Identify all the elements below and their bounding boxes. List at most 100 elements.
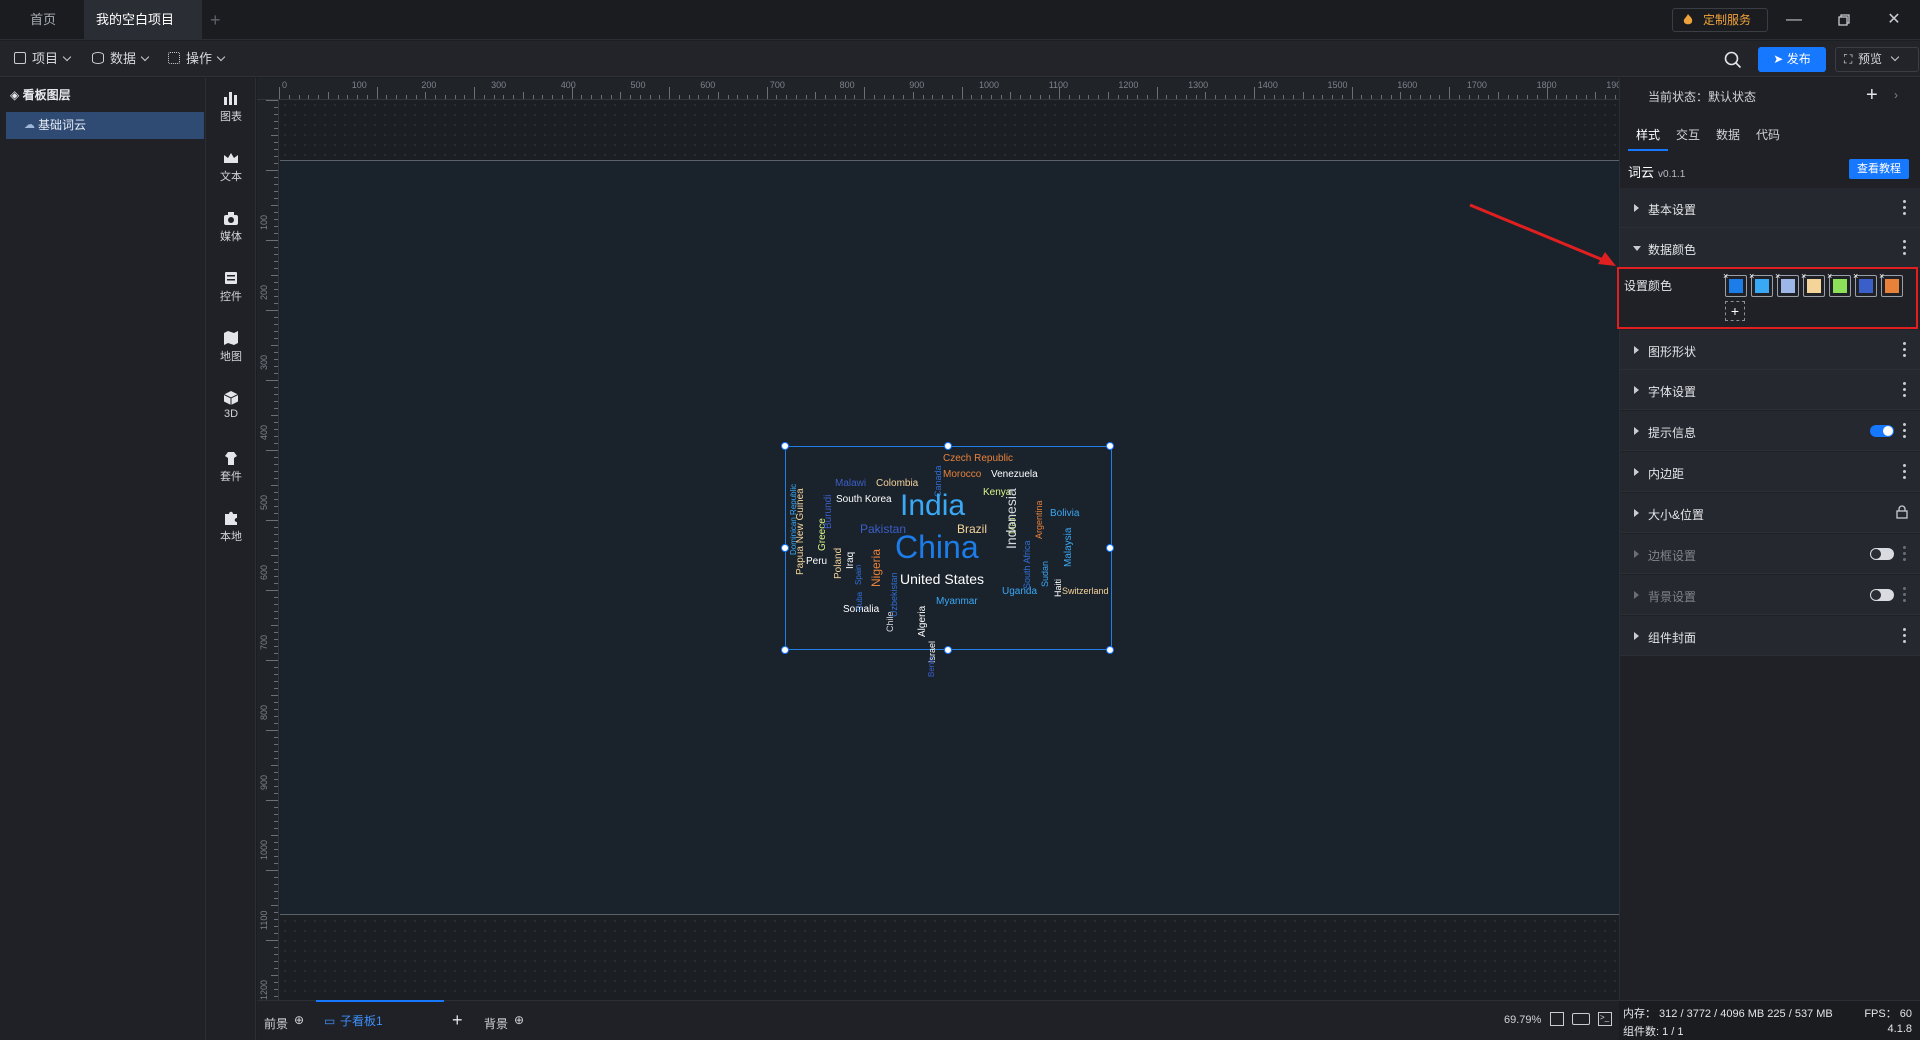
wordcloud-word[interactable]: Venezuela (991, 470, 1038, 480)
more-icon[interactable] (1903, 546, 1906, 561)
fit-screen-icon[interactable] (1550, 1012, 1564, 1026)
wordcloud-word[interactable]: Morocco (943, 470, 981, 480)
wordcloud-word[interactable]: Benin (927, 657, 936, 677)
layer-item-wordcloud[interactable]: ☁ 基础词云 (6, 112, 204, 139)
tab-data[interactable]: 数据 (1716, 126, 1740, 143)
add-state-icon[interactable]: + (1866, 84, 1878, 107)
wordcloud-word[interactable]: Haiti (1053, 579, 1063, 597)
background-tab[interactable]: 背景 ⊕ (484, 1000, 524, 1040)
background-toggle[interactable] (1870, 589, 1894, 601)
more-icon[interactable] (1903, 200, 1906, 215)
lock-icon[interactable] (1896, 505, 1908, 519)
zoom-level[interactable]: 69.79% (1504, 1000, 1541, 1040)
color-swatch[interactable]: × (1775, 271, 1799, 297)
new-tab-icon[interactable]: + (210, 10, 221, 31)
remove-color-icon[interactable]: × (1827, 271, 1832, 281)
wordcloud-word[interactable]: Uzbekistan (889, 572, 899, 617)
remove-color-icon[interactable]: × (1723, 271, 1728, 281)
remove-color-icon[interactable]: × (1749, 271, 1754, 281)
resize-handle[interactable] (944, 442, 952, 450)
add-circle-icon[interactable]: ⊕ (294, 1013, 304, 1027)
wordcloud-word[interactable]: India (900, 491, 965, 521)
add-color-button[interactable]: + (1725, 301, 1745, 321)
tooltip-toggle[interactable] (1870, 425, 1894, 437)
add-circle-icon[interactable]: ⊕ (514, 1013, 524, 1027)
ruler-horizontal[interactable]: 0 100 200 300 400 500 600 700 800 900 1000 1100 1200… (257, 78, 1619, 100)
component-text[interactable]: 文本 (206, 144, 256, 194)
color-swatch[interactable]: × (1723, 271, 1747, 297)
chevron-right-icon[interactable]: › (1894, 88, 1898, 102)
wordcloud-word[interactable]: Burundi (823, 495, 834, 529)
preview-button[interactable]: ⛶ 预览 (1835, 47, 1919, 72)
wordcloud-word[interactable]: Poland (833, 548, 844, 579)
wordcloud-word[interactable]: Colombia (876, 479, 918, 489)
wordcloud-word[interactable]: Myanmar (936, 597, 978, 607)
wordcloud-word[interactable]: Switzerland (1062, 587, 1109, 596)
wordcloud-word[interactable]: Bolivia (1050, 509, 1079, 519)
section-cover[interactable]: 组件封面 (1620, 616, 1920, 656)
minimize-icon[interactable]: — (1774, 8, 1814, 32)
resize-handle[interactable] (1106, 442, 1114, 450)
publish-button[interactable]: ➤ 发布 (1758, 47, 1826, 72)
wordcloud-word[interactable]: South Africa (1022, 540, 1032, 589)
color-swatch[interactable]: × (1801, 271, 1825, 297)
more-icon[interactable] (1903, 382, 1906, 397)
wordcloud-word[interactable]: Peru (806, 557, 827, 567)
wordcloud-word[interactable]: United States (900, 572, 984, 586)
wordcloud-word[interactable]: Czech Republic (943, 454, 1013, 464)
resize-handle[interactable] (1106, 544, 1114, 552)
tab-code[interactable]: 代码 (1756, 126, 1780, 143)
wordcloud-word[interactable]: Dominican Republic (789, 484, 798, 555)
wordcloud-widget[interactable]: Czech Republic Morocco Venezuela Malawi Colo… (781, 442, 1114, 677)
component-local[interactable]: 本地 (206, 504, 256, 554)
close-icon[interactable]: ✕ (1874, 8, 1914, 32)
tutorial-button[interactable]: 查看教程 (1849, 159, 1909, 179)
color-swatch[interactable]: × (1749, 271, 1773, 297)
remove-color-icon[interactable]: × (1879, 271, 1884, 281)
resize-handle[interactable] (781, 544, 789, 552)
section-font[interactable]: 字体设置 (1620, 370, 1920, 410)
more-icon[interactable] (1903, 342, 1906, 357)
remove-color-icon[interactable]: × (1775, 271, 1780, 281)
menu-project[interactable]: 项目 (14, 41, 72, 77)
wordcloud-word[interactable]: Malawi (835, 479, 866, 489)
component-media[interactable]: 媒体 (206, 204, 256, 254)
color-swatch[interactable]: × (1879, 271, 1903, 297)
more-icon[interactable] (1903, 240, 1906, 255)
resize-handle[interactable] (781, 442, 789, 450)
component-kit[interactable]: 套件 (206, 444, 256, 494)
wordcloud-word[interactable]: Cuba (855, 592, 864, 611)
resize-handle[interactable] (781, 646, 789, 654)
section-background[interactable]: 背景设置 (1620, 575, 1920, 615)
menu-data[interactable]: 数据 (92, 41, 150, 77)
remove-color-icon[interactable]: × (1801, 271, 1806, 281)
add-subboard-icon[interactable]: + (452, 1000, 463, 1040)
ruler-vertical[interactable]: 100 200 300 400 500 600 700 800 900 1000 1100 1200 (257, 100, 279, 1000)
wordcloud-word[interactable]: Sudan (1040, 561, 1050, 587)
wordcloud-word[interactable]: South Korea (836, 495, 892, 505)
wordcloud-word[interactable]: China (895, 531, 979, 563)
color-swatch[interactable]: × (1853, 271, 1877, 297)
wordcloud-word[interactable]: Algeria (917, 606, 928, 637)
component-3d[interactable]: 3D (206, 384, 256, 434)
tab-home[interactable]: 首页 (18, 0, 70, 40)
wordcloud-word[interactable]: Nigeria (869, 549, 883, 587)
color-swatch[interactable]: × (1827, 271, 1851, 297)
chevron-down-icon[interactable] (1890, 52, 1900, 62)
wordcloud-word[interactable]: Spain (854, 565, 863, 585)
search-icon[interactable] (1724, 51, 1742, 69)
remove-color-icon[interactable]: × (1853, 271, 1858, 281)
tab-project[interactable]: 我的空白项目 (84, 0, 202, 65)
component-map[interactable]: 地图 (206, 324, 256, 374)
terminal-icon[interactable]: >_ (1598, 1012, 1612, 1026)
more-icon[interactable] (1903, 464, 1906, 479)
tab-style[interactable]: 样式 (1636, 126, 1660, 143)
more-icon[interactable] (1903, 587, 1906, 602)
wordcloud-word[interactable]: Malaysia (1063, 528, 1074, 567)
wordcloud-word[interactable]: Argentina (1034, 500, 1044, 539)
component-chart[interactable]: 图表 (206, 84, 256, 134)
border-toggle[interactable] (1870, 548, 1894, 560)
more-icon[interactable] (1903, 628, 1906, 643)
section-size-position[interactable]: 大小&位置 (1620, 493, 1920, 533)
section-data-colors[interactable]: 数据颜色 (1620, 228, 1920, 268)
